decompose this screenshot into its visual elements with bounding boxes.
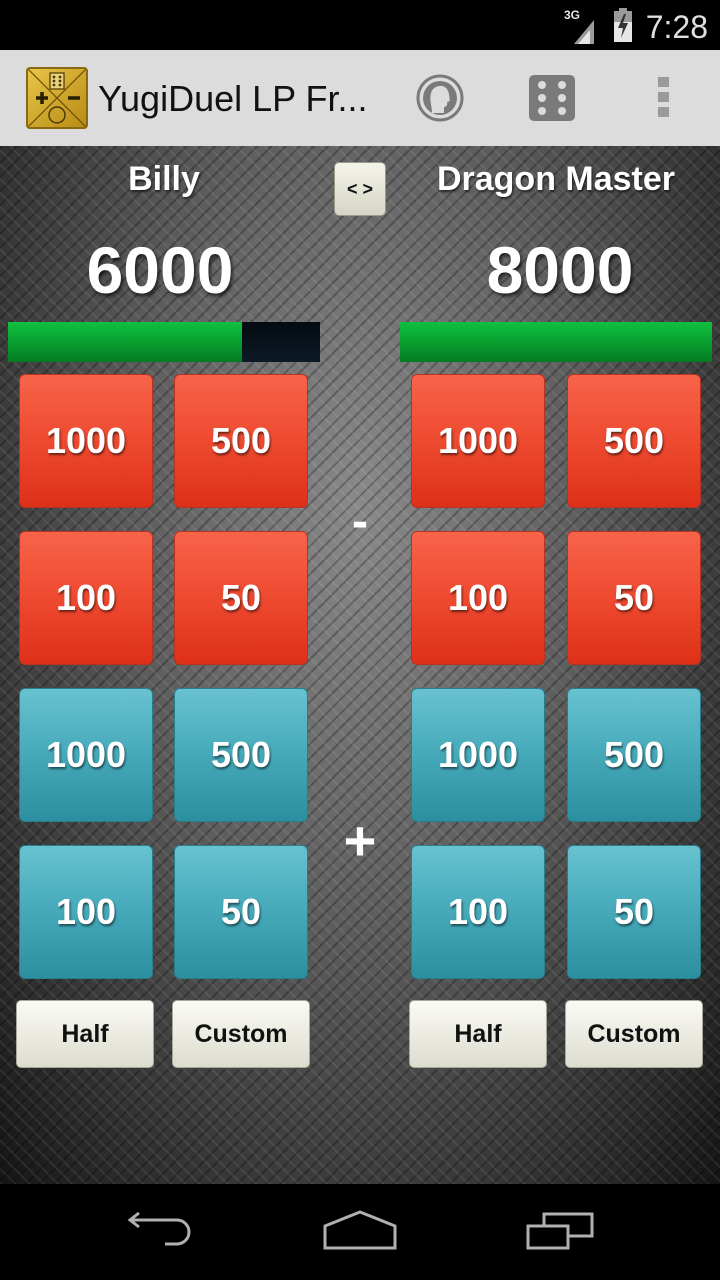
player1-lp-bar-fill <box>8 322 242 362</box>
player2-add-1000-button[interactable]: 1000 <box>411 688 545 822</box>
recents-button[interactable] <box>520 1210 600 1254</box>
svg-text:3G: 3G <box>564 8 580 22</box>
player1-add-500-button[interactable]: 500 <box>174 688 308 822</box>
player1-subtract-1000-button[interactable]: 1000 <box>19 374 153 508</box>
player2-subtract-100-button[interactable]: 100 <box>411 531 545 665</box>
player1-subtract-500-button[interactable]: 500 <box>174 374 308 508</box>
player2-add-100-button[interactable]: 100 <box>411 845 545 979</box>
recents-icon <box>524 1210 596 1255</box>
player1-add-100-button[interactable]: 100 <box>19 845 153 979</box>
player2-subtract-50-button[interactable]: 50 <box>567 531 701 665</box>
app-title: YugiDuel LP Fr... <box>98 78 368 119</box>
app-logo-icon[interactable] <box>26 67 88 129</box>
battery-icon <box>613 8 632 47</box>
player1-subtract-50-button[interactable]: 50 <box>174 531 308 665</box>
player2-name[interactable]: Dragon Master <box>400 160 712 199</box>
player2-subtract-1000-button[interactable]: 1000 <box>411 374 545 508</box>
player2-add-50-button[interactable]: 50 <box>567 845 701 979</box>
status-time: 7:28 <box>645 9 708 45</box>
plus-sign: + <box>343 809 377 872</box>
player2-life-points: 8000 <box>486 233 634 307</box>
player1-add-50-button[interactable]: 50 <box>174 845 308 979</box>
back-button[interactable] <box>120 1210 200 1254</box>
swap-players-button[interactable]: < > <box>334 162 386 216</box>
navigation-bar <box>0 1184 720 1280</box>
status-indicators: 3G 7:28 <box>564 6 708 49</box>
overflow-menu-icon <box>658 76 670 124</box>
home-button[interactable] <box>320 1209 400 1255</box>
dice-icon <box>527 73 577 128</box>
player1-half-button[interactable]: Half <box>16 1000 154 1068</box>
player1-life-points: 6000 <box>86 233 234 307</box>
player2-add-500-button[interactable]: 500 <box>567 688 701 822</box>
player2-half-button[interactable]: Half <box>409 1000 547 1068</box>
player1-name[interactable]: Billy <box>8 160 320 199</box>
player1-add-1000-button[interactable]: 1000 <box>19 688 153 822</box>
back-icon <box>125 1211 195 1253</box>
player1-custom-button[interactable]: Custom <box>172 1000 310 1068</box>
player1-lp-bar <box>8 322 320 362</box>
dice-button[interactable] <box>524 72 580 128</box>
player1-subtract-100-button[interactable]: 100 <box>19 531 153 665</box>
signal-3g-icon: 3G <box>564 6 608 49</box>
overflow-menu-button[interactable] <box>636 72 692 128</box>
status-bar: 3G 7:28 <box>0 0 720 50</box>
player2-lp-bar <box>400 322 712 362</box>
home-icon <box>322 1209 398 1255</box>
player2-custom-button[interactable]: Custom <box>565 1000 703 1068</box>
player2-subtract-500-button[interactable]: 500 <box>567 374 701 508</box>
duel-board: Billy Dragon Master < > 6000 8000 1000 5… <box>0 146 720 1184</box>
minus-sign: - <box>352 495 368 548</box>
profile-head-icon <box>415 73 465 128</box>
player2-lp-bar-fill <box>400 322 712 362</box>
profile-button[interactable] <box>412 72 468 128</box>
action-bar: YugiDuel LP Fr... <box>0 50 720 146</box>
